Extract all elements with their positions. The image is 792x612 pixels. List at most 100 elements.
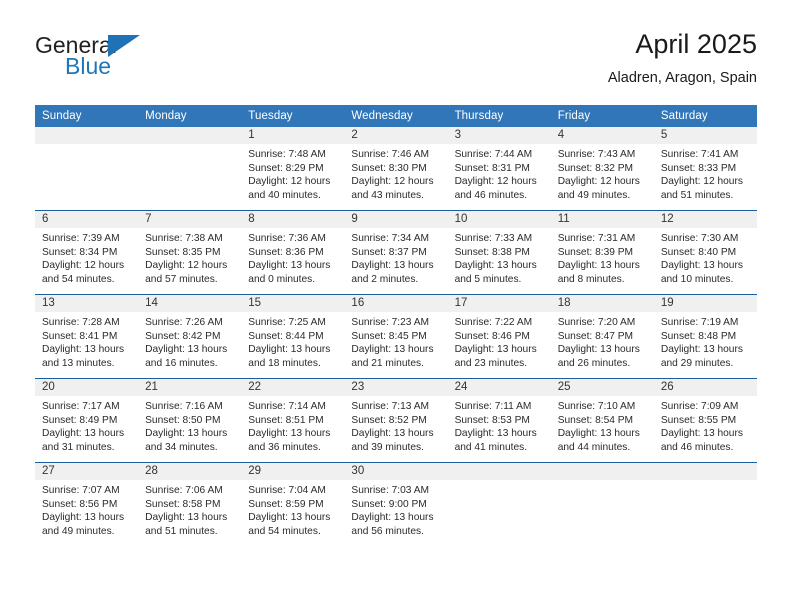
weekday-header-tuesday: Tuesday bbox=[241, 105, 345, 127]
calendar-day-cell[interactable]: 9 Sunrise: 7:34 AM Sunset: 8:37 PM Daylight… bbox=[344, 210, 448, 295]
calendar-day-cell[interactable]: 8 Sunrise: 7:36 AM Sunset: 8:36 PM Daylight… bbox=[241, 210, 345, 295]
day-number: 7 bbox=[138, 211, 242, 228]
calendar-day-cell[interactable]: 2 Sunrise: 7:46 AM Sunset: 8:30 PM Daylight… bbox=[344, 127, 448, 211]
calendar-day-cell[interactable]: 7 Sunrise: 7:38 AM Sunset: 8:35 PM Daylight… bbox=[138, 210, 242, 295]
day-details: Sunrise: 7:28 AM Sunset: 8:41 PM Daylight:… bbox=[35, 312, 138, 370]
weekday-header-wednesday: Wednesday bbox=[344, 105, 448, 127]
daylight-text: Daylight: 13 hours and 2 minutes. bbox=[351, 260, 434, 285]
daylight-text: Daylight: 13 hours and 5 minutes. bbox=[454, 260, 537, 285]
day-details: Sunrise: 7:16 AM Sunset: 8:50 PM Daylight:… bbox=[138, 396, 241, 454]
logo-secondary-text: Blue bbox=[65, 53, 112, 79]
daylight-text: Daylight: 12 hours and 43 minutes. bbox=[351, 176, 434, 201]
calendar-day-cell[interactable]: 5 Sunrise: 7:41 AM Sunset: 8:33 PM Daylight… bbox=[653, 127, 757, 211]
calendar-day-cell[interactable]: 17 Sunrise: 7:22 AM Sunset: 8:46 PM Dayligh… bbox=[447, 294, 551, 379]
calendar-day-cell[interactable]: 20 Sunrise: 7:17 AM Sunset: 8:49 PM Dayligh… bbox=[35, 378, 139, 463]
day-number bbox=[447, 463, 551, 480]
day-number: 15 bbox=[241, 295, 345, 312]
calendar-day-cell[interactable]: 6 Sunrise: 7:39 AM Sunset: 8:34 PM Daylight… bbox=[35, 210, 139, 295]
sunset-text: Sunset: 8:29 PM bbox=[248, 162, 324, 174]
day-details: Sunrise: 7:20 AM Sunset: 8:47 PM Daylight:… bbox=[551, 312, 654, 370]
day-details: Sunrise: 7:33 AM Sunset: 8:38 PM Daylight:… bbox=[448, 228, 551, 286]
sunrise-text: Sunrise: 7:06 AM bbox=[145, 485, 223, 496]
calendar-day-cell[interactable]: 21 Sunrise: 7:16 AM Sunset: 8:50 PM Dayligh… bbox=[138, 378, 242, 463]
sunset-text: Sunset: 8:35 PM bbox=[145, 246, 221, 258]
day-details: Sunrise: 7:09 AM Sunset: 8:55 PM Daylight:… bbox=[654, 396, 757, 454]
calendar-day-cell[interactable]: 15 Sunrise: 7:25 AM Sunset: 8:44 PM Dayligh… bbox=[241, 294, 345, 379]
daylight-text: Daylight: 12 hours and 51 minutes. bbox=[660, 176, 743, 201]
daylight-text: Daylight: 13 hours and 23 minutes. bbox=[454, 344, 537, 369]
generalblue-logo[interactable]: General Blue bbox=[35, 32, 235, 90]
sunset-text: Sunset: 8:39 PM bbox=[557, 246, 634, 258]
day-details: Sunrise: 7:46 AM Sunset: 8:30 PM Daylight:… bbox=[344, 144, 447, 202]
day-details: Sunrise: 7:48 AM Sunset: 8:29 PM Daylight:… bbox=[241, 144, 344, 202]
day-number: 22 bbox=[241, 379, 345, 396]
daylight-text: Daylight: 13 hours and 16 minutes. bbox=[145, 344, 228, 369]
sunrise-text: Sunrise: 7:20 AM bbox=[557, 317, 636, 328]
sunset-text: Sunset: 8:45 PM bbox=[351, 330, 427, 342]
day-details: Sunrise: 7:04 AM Sunset: 8:59 PM Daylight:… bbox=[241, 480, 344, 538]
calendar-day-cell[interactable]: 28 Sunrise: 7:06 AM Sunset: 8:58 PM Dayligh… bbox=[138, 462, 242, 546]
day-number: 24 bbox=[447, 379, 551, 396]
day-number: 25 bbox=[550, 379, 654, 396]
daylight-text: Daylight: 13 hours and 49 minutes. bbox=[42, 512, 125, 537]
calendar-day-cell[interactable]: 18 Sunrise: 7:20 AM Sunset: 8:47 PM Dayligh… bbox=[550, 294, 654, 379]
weekday-header-friday: Friday bbox=[550, 105, 654, 127]
page-title: April 2025 bbox=[635, 29, 757, 59]
calendar-day-cell[interactable]: 30 Sunrise: 7:03 AM Sunset: 9:00 PM Dayligh… bbox=[344, 462, 448, 546]
weekday-header-saturday: Saturday bbox=[653, 105, 757, 127]
calendar-day-cell[interactable]: 22 Sunrise: 7:14 AM Sunset: 8:51 PM Dayligh… bbox=[241, 378, 345, 463]
daylight-text: Daylight: 13 hours and 10 minutes. bbox=[660, 260, 743, 285]
calendar-day-cell[interactable]: 4 Sunrise: 7:43 AM Sunset: 8:32 PM Daylight… bbox=[550, 127, 654, 211]
sunset-text: Sunset: 8:42 PM bbox=[145, 330, 221, 342]
calendar-day-cell[interactable]: 1 Sunrise: 7:48 AM Sunset: 8:29 PM Daylight… bbox=[241, 127, 345, 211]
calendar-day-cell[interactable]: 27 Sunrise: 7:07 AM Sunset: 8:56 PM Dayligh… bbox=[35, 462, 139, 546]
sunset-text: Sunset: 8:34 PM bbox=[42, 246, 118, 258]
calendar-week-row: 27 Sunrise: 7:07 AM Sunset: 8:56 PM Dayligh… bbox=[35, 462, 757, 546]
calendar-day-cell[interactable]: 26 Sunrise: 7:09 AM Sunset: 8:55 PM Dayligh… bbox=[653, 378, 757, 463]
day-details: Sunrise: 7:38 AM Sunset: 8:35 PM Daylight:… bbox=[138, 228, 241, 286]
calendar-day-cell[interactable]: 16 Sunrise: 7:23 AM Sunset: 8:45 PM Dayligh… bbox=[344, 294, 448, 379]
daylight-text: Daylight: 13 hours and 44 minutes. bbox=[557, 428, 640, 453]
day-details: Sunrise: 7:14 AM Sunset: 8:51 PM Daylight:… bbox=[241, 396, 344, 454]
calendar-day-cell[interactable]: 12 Sunrise: 7:30 AM Sunset: 8:40 PM Dayligh… bbox=[653, 210, 757, 295]
daylight-text: Daylight: 13 hours and 56 minutes. bbox=[351, 512, 434, 537]
sunrise-text: Sunrise: 7:33 AM bbox=[454, 233, 533, 244]
daylight-text: Daylight: 13 hours and 51 minutes. bbox=[145, 512, 228, 537]
day-details: Sunrise: 7:19 AM Sunset: 8:48 PM Daylight:… bbox=[654, 312, 757, 370]
daylight-text: Daylight: 13 hours and 26 minutes. bbox=[557, 344, 640, 369]
sunset-text: Sunset: 8:41 PM bbox=[42, 330, 118, 342]
calendar-day-cell[interactable]: 23 Sunrise: 7:13 AM Sunset: 8:52 PM Dayligh… bbox=[344, 378, 448, 463]
day-details: Sunrise: 7:13 AM Sunset: 8:52 PM Daylight:… bbox=[344, 396, 447, 454]
daylight-text: Daylight: 13 hours and 39 minutes. bbox=[351, 428, 434, 453]
sunrise-text: Sunrise: 7:48 AM bbox=[248, 149, 326, 160]
sunset-text: Sunset: 8:44 PM bbox=[248, 330, 324, 342]
calendar-day-cell[interactable]: 11 Sunrise: 7:31 AM Sunset: 8:39 PM Dayligh… bbox=[550, 210, 654, 295]
calendar-day-cell[interactable]: 13 Sunrise: 7:28 AM Sunset: 8:41 PM Dayligh… bbox=[35, 294, 139, 379]
day-number: 19 bbox=[653, 295, 757, 312]
sunrise-text: Sunrise: 7:44 AM bbox=[454, 149, 533, 160]
calendar-day-cell[interactable]: 14 Sunrise: 7:26 AM Sunset: 8:42 PM Dayligh… bbox=[138, 294, 242, 379]
daylight-text: Daylight: 12 hours and 40 minutes. bbox=[248, 176, 331, 201]
daylight-text: Daylight: 13 hours and 13 minutes. bbox=[42, 344, 125, 369]
location-subtitle: Aladren, Aragon, Spain bbox=[607, 70, 757, 86]
calendar-week-row: 6 Sunrise: 7:39 AM Sunset: 8:34 PM Daylight… bbox=[35, 210, 757, 295]
sunrise-text: Sunrise: 7:13 AM bbox=[351, 401, 430, 412]
sunrise-text: Sunrise: 7:46 AM bbox=[351, 149, 430, 160]
calendar-day-cell[interactable]: 24 Sunrise: 7:11 AM Sunset: 8:53 PM Dayligh… bbox=[447, 378, 551, 463]
calendar-day-cell[interactable]: 19 Sunrise: 7:19 AM Sunset: 8:48 PM Dayligh… bbox=[653, 294, 757, 379]
daylight-text: Daylight: 13 hours and 31 minutes. bbox=[42, 428, 125, 453]
day-details: Sunrise: 7:39 AM Sunset: 8:34 PM Daylight:… bbox=[35, 228, 138, 286]
sunset-text: Sunset: 8:32 PM bbox=[557, 162, 634, 174]
sunrise-text: Sunrise: 7:38 AM bbox=[145, 233, 223, 244]
calendar-day-cell[interactable]: 10 Sunrise: 7:33 AM Sunset: 8:38 PM Dayligh… bbox=[447, 210, 551, 295]
calendar-day-cell[interactable]: 29 Sunrise: 7:04 AM Sunset: 8:59 PM Dayligh… bbox=[241, 462, 345, 546]
day-number: 23 bbox=[344, 379, 448, 396]
calendar-day-cell[interactable]: 25 Sunrise: 7:10 AM Sunset: 8:54 PM Dayligh… bbox=[550, 378, 654, 463]
sunrise-text: Sunrise: 7:11 AM bbox=[454, 401, 532, 412]
daylight-text: Daylight: 12 hours and 46 minutes. bbox=[454, 176, 537, 201]
sunset-text: Sunset: 8:48 PM bbox=[660, 330, 737, 342]
calendar-day-cell[interactable]: 3 Sunrise: 7:44 AM Sunset: 8:31 PM Daylight… bbox=[447, 127, 551, 211]
sunrise-text: Sunrise: 7:09 AM bbox=[660, 401, 739, 412]
daylight-text: Daylight: 13 hours and 29 minutes. bbox=[660, 344, 743, 369]
sunrise-text: Sunrise: 7:30 AM bbox=[660, 233, 739, 244]
